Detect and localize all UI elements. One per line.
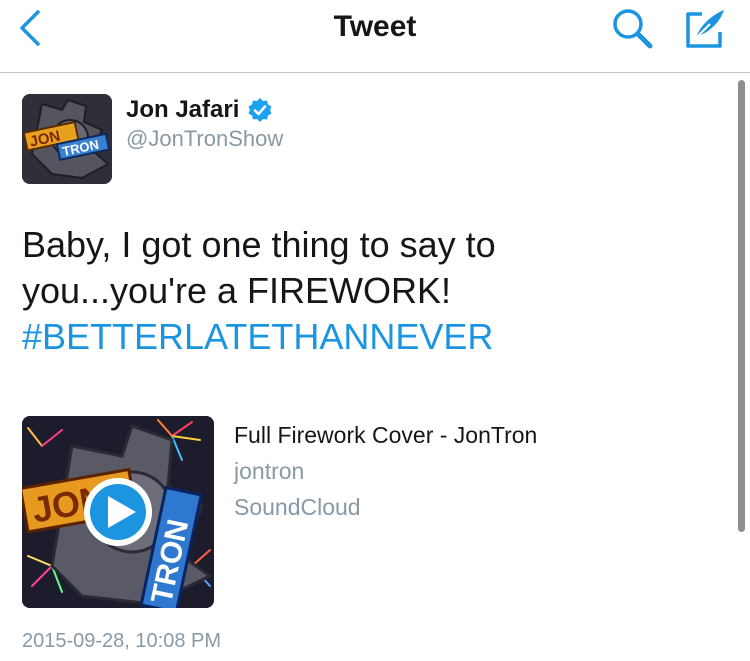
- verified-badge-icon: [248, 98, 272, 122]
- search-button[interactable]: [608, 4, 656, 52]
- soundcloud-card[interactable]: JON TRON Full Firework Cover - JonTron j…: [22, 416, 722, 608]
- hashtag-link[interactable]: #BETTERLATETHANNEVER: [22, 314, 722, 360]
- card-author: jontron: [234, 458, 305, 484]
- author-display-name[interactable]: Jon Jafari: [126, 96, 239, 124]
- navigation-bar: Tweet: [0, 0, 750, 73]
- scrollbar[interactable]: [738, 80, 745, 532]
- author-handle[interactable]: @JonTronShow: [126, 126, 283, 152]
- compose-button[interactable]: [680, 4, 728, 52]
- jontron-logo-image: JON TRON: [22, 94, 112, 184]
- card-title[interactable]: Full Firework Cover - JonTron: [234, 422, 537, 449]
- tweet-text-line-2: you...you're a FIREWORK!: [22, 270, 451, 311]
- avatar[interactable]: JON TRON: [22, 94, 112, 184]
- jontron-cover-image: JON TRON: [22, 416, 214, 608]
- tweet-text-line-1: Baby, I got one thing to say to: [22, 224, 496, 265]
- author-name-row[interactable]: Jon Jafari: [126, 96, 273, 124]
- card-source: SoundCloud: [234, 494, 361, 520]
- tweet-timestamp: 2015-09-28, 10:08 PM: [22, 630, 222, 652]
- card-thumbnail[interactable]: JON TRON: [22, 416, 214, 608]
- search-icon: [613, 9, 653, 49]
- tweet-text: Baby, I got one thing to say to you...yo…: [22, 222, 722, 360]
- compose-icon: [686, 10, 724, 48]
